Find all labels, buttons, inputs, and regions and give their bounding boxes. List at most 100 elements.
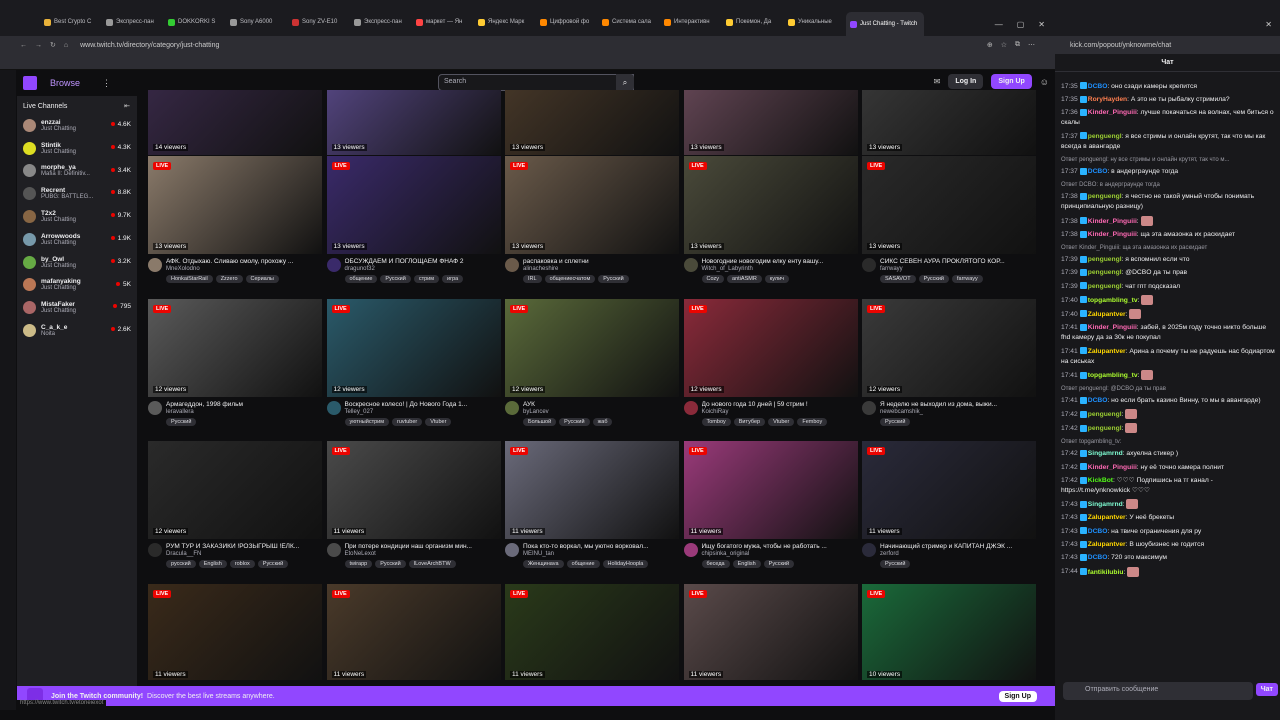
search-icon[interactable]: ⌕ — [616, 74, 634, 91]
stream-thumbnail[interactable]: LIVE 11 viewers — [683, 441, 858, 539]
user-icon[interactable]: ☺ — [1040, 77, 1049, 87]
stream-tag[interactable]: Русский — [380, 275, 411, 283]
chat-input[interactable]: Отправить сообщение — [1063, 682, 1253, 700]
stream-tag[interactable]: Vtuber — [768, 418, 795, 426]
stream-tag[interactable]: Большой — [523, 418, 557, 426]
stream-title[interactable]: Ищу богатого мужа, чтобы не работать ... — [702, 543, 854, 550]
stream-tag[interactable]: Femboy — [797, 418, 828, 426]
stream-tag[interactable]: жаб — [592, 418, 613, 426]
chat-username[interactable]: Zalupantver — [1088, 348, 1126, 355]
stream-tag[interactable]: Русский — [257, 560, 289, 568]
login-button[interactable]: Log In — [948, 74, 984, 89]
sidebar-channel[interactable]: mafanyaking Just Chatting 5K — [17, 274, 137, 297]
browser-tab[interactable]: Яндекс Марк — [474, 11, 536, 33]
stream-tag[interactable]: Vtuber — [425, 418, 452, 426]
chat-username[interactable]: Singamrnd — [1088, 501, 1123, 508]
streamer-name[interactable]: alinacheshire — [523, 266, 675, 272]
chat-username[interactable]: penguengl — [1088, 133, 1122, 140]
streamer-avatar[interactable] — [505, 258, 519, 272]
stream-thumbnail[interactable]: LIVE 12 viewers — [326, 299, 501, 397]
browser-tab[interactable]: Sony A6000 — [226, 11, 288, 33]
stream-card[interactable]: LIVE 11 viewers При потере кондиции наш ор… — [326, 441, 501, 568]
sidebar-channel[interactable]: Stintik Just Chatting 4.3K — [17, 137, 137, 160]
chat-username[interactable]: Kinder_Pinguiii — [1088, 231, 1137, 238]
stream-tag[interactable]: Русский — [763, 560, 795, 568]
stream-tag[interactable]: HonkaiStarRail — [166, 275, 213, 283]
stream-thumbnail[interactable]: LIVE 11 viewers — [683, 584, 858, 680]
streamer-name[interactable]: MneXolodno — [166, 266, 318, 272]
streamer-avatar[interactable] — [326, 543, 341, 557]
stream-tag[interactable]: Русский — [559, 418, 590, 426]
chat-username[interactable]: Kinder_Pinguiii — [1088, 464, 1137, 471]
stream-thumbnail[interactable]: LIVE 13 viewers — [683, 156, 858, 254]
forward-icon[interactable]: → — [35, 42, 42, 49]
stream-tag[interactable]: стрим — [413, 275, 440, 283]
stream-card[interactable]: LIVE 11 viewers — [683, 584, 858, 680]
stream-tag[interactable]: Сериалы — [245, 275, 279, 283]
stream-tag[interactable]: кулич — [764, 275, 790, 283]
home-icon[interactable]: ⌂ — [64, 42, 68, 49]
chat-username[interactable]: penguengl — [1088, 411, 1122, 418]
stream-card[interactable]: LIVE 13 viewers СИКС СЕВЕН АУРА ПРОКЛЯТОГО… — [862, 156, 1036, 283]
stream-thumbnail[interactable]: 13 viewers — [862, 90, 1036, 155]
streamer-name[interactable]: byLancev — [523, 409, 675, 415]
stream-card[interactable]: LIVE 12 viewers Я неделю не выходил из дом… — [862, 299, 1036, 426]
stream-tag[interactable]: Витубер — [733, 418, 766, 426]
stream-card[interactable]: LIVE 11 viewers — [326, 584, 501, 680]
stream-tag[interactable]: English — [198, 560, 227, 568]
stream-thumbnail[interactable]: LIVE 11 viewers — [326, 441, 501, 539]
sidebar-channel[interactable]: C_a_k_e Noita 2.6K — [17, 319, 137, 342]
stream-title[interactable]: Пока кто-то воркал, мы уютно ворковал... — [523, 543, 675, 550]
stream-tag[interactable]: twirapp — [344, 560, 373, 568]
stream-tag[interactable]: Русский — [166, 418, 197, 426]
stream-title[interactable]: При потере кондиции наш организм мин... — [345, 543, 497, 550]
chat-url[interactable]: kick.com/popout/ynknowme/chat — [1070, 42, 1171, 49]
stream-tag[interactable]: общение — [344, 275, 378, 283]
stream-thumbnail[interactable]: LIVE 11 viewers — [505, 441, 679, 539]
stream-card[interactable]: LIVE 12 viewers АУК byLancev Большой Русский ж… — [505, 299, 679, 426]
stream-thumbnail[interactable]: LIVE 13 viewers — [862, 156, 1036, 254]
stream-tag[interactable]: ILoveArchBTW — [408, 560, 456, 568]
chat-username[interactable]: penguengl — [1088, 256, 1122, 263]
streamer-avatar[interactable] — [683, 401, 698, 415]
streamer-avatar[interactable] — [862, 258, 876, 272]
stream-tag[interactable]: общение — [566, 560, 600, 568]
stream-title[interactable]: До нового года 10 дней | 59 стрим ! — [702, 401, 854, 408]
sidebar-channel[interactable]: T2x2 Just Chatting 9.7K — [17, 205, 137, 228]
streamer-avatar[interactable] — [862, 543, 876, 557]
streamer-name[interactable]: chipsinka_original — [702, 551, 854, 557]
streamer-avatar[interactable] — [326, 258, 341, 272]
streamer-name[interactable]: EtoNeLexot — [345, 551, 497, 557]
stream-tag[interactable]: roblox — [229, 560, 255, 568]
stream-card[interactable]: LIVE 12 viewers Армагеддон, 1998 фильм lera… — [148, 299, 322, 426]
stream-card[interactable]: LIVE 13 viewers ОБСУЖДАЕМ И ПОГЛОЩАЕМ ФНАФ… — [326, 156, 501, 283]
collapse-icon[interactable]: ⇤ — [124, 102, 130, 110]
chat-username[interactable]: DCBO — [1088, 168, 1108, 175]
stream-tag[interactable]: HolidayHoopla — [602, 560, 649, 568]
browser-tab[interactable]: Покемон, Да — [722, 11, 784, 33]
streamer-avatar[interactable] — [505, 401, 519, 415]
banner-signup-button[interactable]: Sign Up — [998, 690, 1037, 702]
sidebar-channel[interactable]: by_Owl Just Chatting 3.2K — [17, 251, 137, 274]
minimize-icon[interactable]: — — [995, 20, 1003, 29]
stream-tag[interactable]: уютныйстрим — [344, 418, 390, 426]
stream-tag[interactable]: English — [732, 560, 761, 568]
stream-tag[interactable]: Женщинаvа — [523, 560, 564, 568]
inbox-icon[interactable]: ✉ — [934, 77, 941, 86]
stream-title[interactable]: СИКС СЕВЕН АУРА ПРОКЛЯТОГО КОР... — [880, 258, 1032, 265]
streamer-avatar[interactable] — [505, 543, 519, 557]
streamer-name[interactable]: zerford — [880, 551, 1032, 557]
browser-tab[interactable]: Sony ZV-E10 — [288, 11, 350, 33]
chat-username[interactable]: Zalupantver — [1088, 514, 1126, 521]
stream-thumbnail[interactable]: LIVE 13 viewers — [505, 156, 679, 254]
chat-username[interactable]: fantikilubiu — [1088, 568, 1124, 575]
menu-icon[interactable]: ⋯ — [1028, 41, 1035, 49]
close-icon[interactable]: ✕ — [1038, 20, 1045, 29]
chat-username[interactable]: DCBO — [1088, 528, 1108, 535]
stream-card[interactable]: LIVE 13 viewers распаковка и сплетни alinac… — [505, 156, 679, 283]
stream-tag[interactable]: farrwayy — [952, 275, 983, 283]
chat-username[interactable]: Zalupantver — [1088, 541, 1126, 548]
stream-title[interactable]: АФК. Отдыхаю. Сливаю смолу, прохожу ... — [166, 258, 318, 265]
chat-username[interactable]: penguengl — [1088, 193, 1122, 200]
stream-thumbnail[interactable]: LIVE 10 viewers — [862, 584, 1036, 680]
